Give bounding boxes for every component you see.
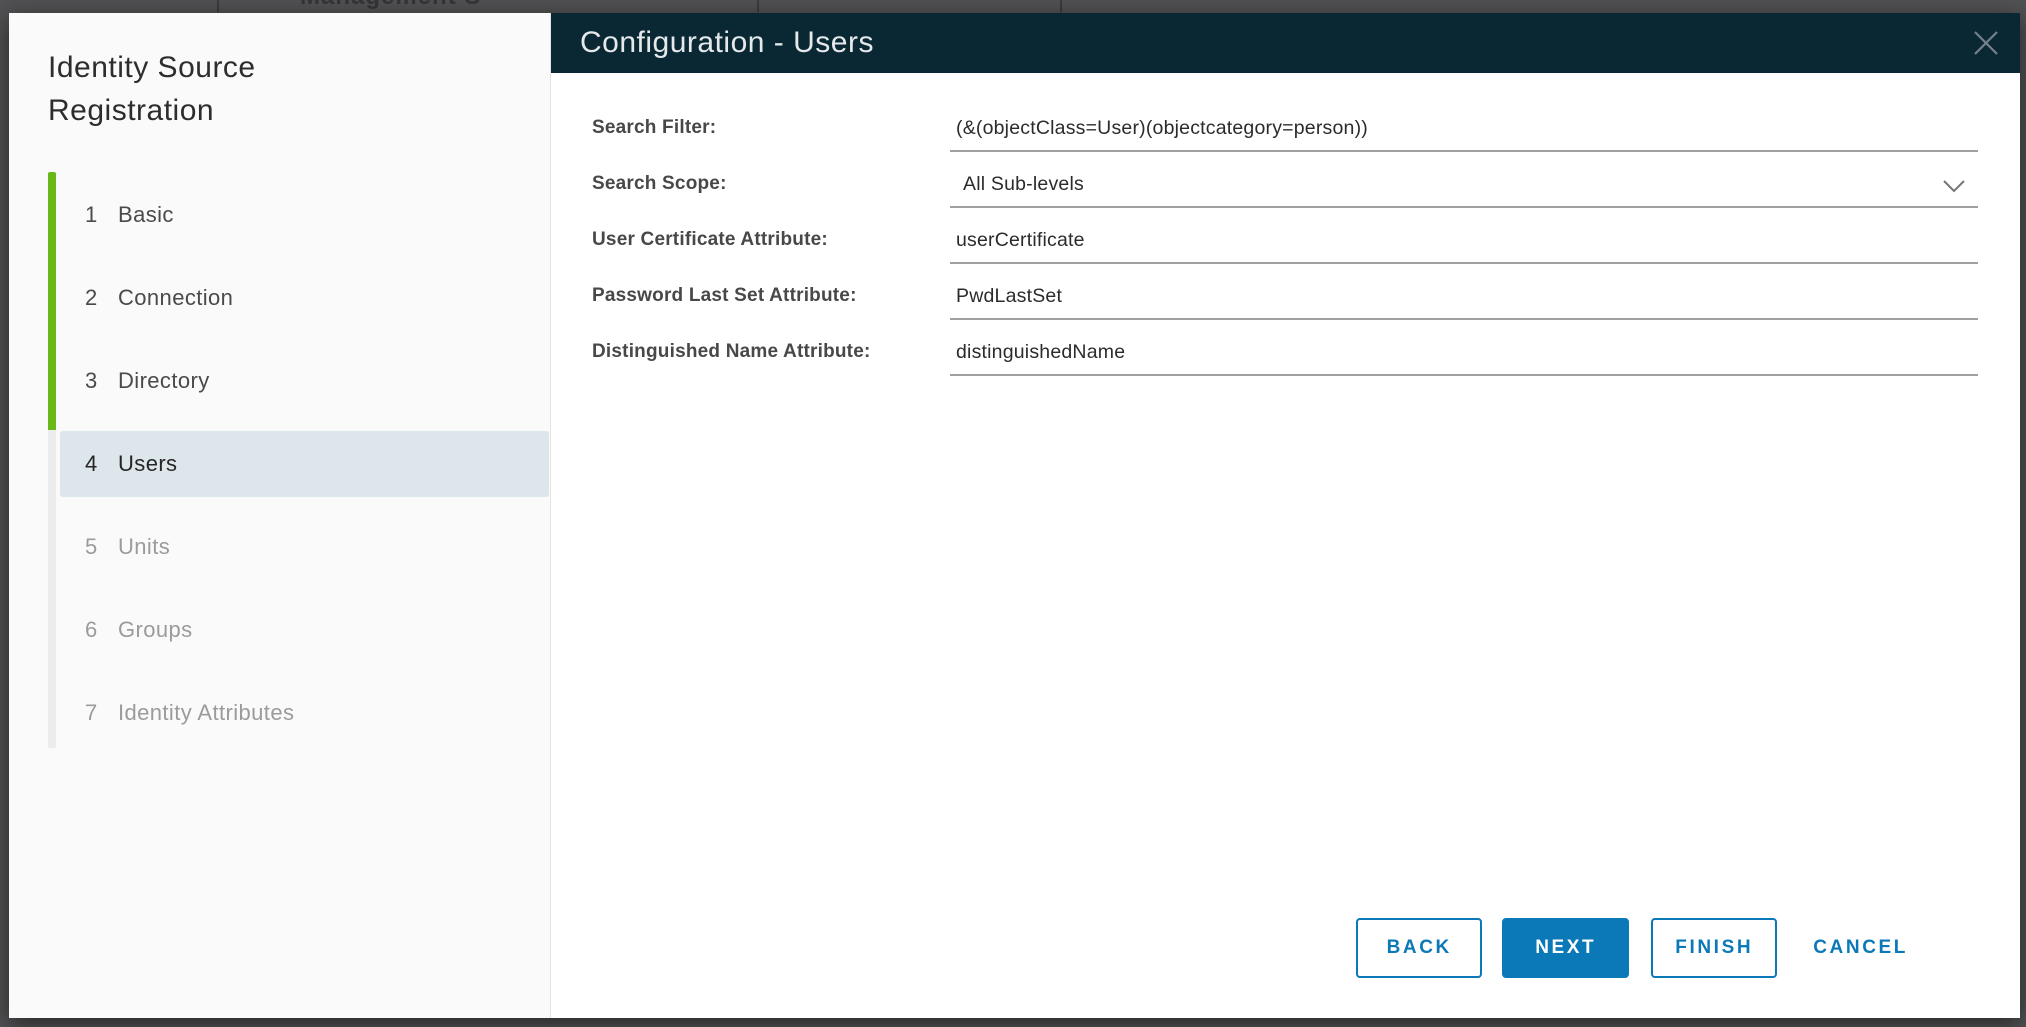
step-number: 7 xyxy=(85,700,118,726)
background-divider xyxy=(757,0,759,12)
wizard-steps-list: 1 Basic 2 Connection 3 Directory 4 Users… xyxy=(9,182,550,763)
back-button[interactable]: BACK xyxy=(1356,918,1482,978)
dialog-footer: BACK NEXT FINISH CANCEL xyxy=(1356,918,1910,978)
search-scope-value: All Sub-levels xyxy=(963,173,1084,195)
user-certificate-attribute-row: User Certificate Attribute: userCertific… xyxy=(592,226,1978,264)
step-label: Connection xyxy=(118,285,233,311)
distinguished-name-attribute-row: Distinguished Name Attribute: distinguis… xyxy=(592,338,1978,376)
search-filter-label: Search Filter: xyxy=(592,114,950,142)
step-label: Basic xyxy=(118,202,174,228)
distinguished-name-attribute-label: Distinguished Name Attribute: xyxy=(592,338,950,366)
background-divider xyxy=(217,0,219,12)
finish-button[interactable]: FINISH xyxy=(1651,918,1777,978)
distinguished-name-attribute-value: distinguishedName xyxy=(956,341,1125,363)
search-filter-value: (&(objectClass=User)(objectcategory=pers… xyxy=(956,117,1368,139)
cancel-button[interactable]: CANCEL xyxy=(1811,918,1910,978)
wizard-step-groups[interactable]: 6 Groups xyxy=(60,597,549,663)
step-label: Users xyxy=(118,451,177,477)
background-page-text: Management S xyxy=(300,0,481,11)
step-label: Groups xyxy=(118,617,193,643)
users-configuration-form: Search Filter: (&(objectClass=User)(obje… xyxy=(551,73,2020,394)
distinguished-name-attribute-input[interactable]: distinguishedName xyxy=(950,338,1978,376)
search-filter-input[interactable]: (&(objectClass=User)(objectcategory=pers… xyxy=(950,114,1978,152)
step-number: 2 xyxy=(85,285,118,311)
wizard-step-users[interactable]: 4 Users xyxy=(60,431,549,497)
step-number: 6 xyxy=(85,617,118,643)
wizard-step-directory[interactable]: 3 Directory xyxy=(60,348,549,414)
search-scope-select[interactable]: All Sub-levels xyxy=(950,170,1978,208)
user-certificate-attribute-value: userCertificate xyxy=(956,229,1085,251)
step-label: Identity Attributes xyxy=(118,700,294,726)
step-number: 4 xyxy=(85,451,118,477)
wizard-step-basic[interactable]: 1 Basic xyxy=(60,182,549,248)
user-certificate-attribute-label: User Certificate Attribute: xyxy=(592,226,950,254)
chevron-down-icon xyxy=(1942,179,1966,198)
configuration-panel: Configuration - Users Search Filter: (&(… xyxy=(551,13,2020,1018)
search-scope-label: Search Scope: xyxy=(592,170,950,198)
step-number: 5 xyxy=(85,534,118,560)
password-last-set-attribute-row: Password Last Set Attribute: PwdLastSet xyxy=(592,282,1978,320)
step-number: 3 xyxy=(85,368,118,394)
dialog-title: Configuration - Users xyxy=(580,26,874,60)
wizard-step-connection[interactable]: 2 Connection xyxy=(60,265,549,331)
password-last-set-attribute-label: Password Last Set Attribute: xyxy=(592,282,950,310)
background-divider xyxy=(1060,0,1062,12)
next-button[interactable]: NEXT xyxy=(1502,918,1629,978)
identity-source-registration-dialog: Identity Source Registration 1 Basic 2 C… xyxy=(9,13,2020,1018)
wizard-step-identity-attributes[interactable]: 7 Identity Attributes xyxy=(60,680,549,746)
dialog-header: Configuration - Users xyxy=(551,13,2020,73)
user-certificate-attribute-input[interactable]: userCertificate xyxy=(950,226,1978,264)
step-label: Directory xyxy=(118,368,210,394)
wizard-title: Identity Source Registration xyxy=(48,46,408,132)
step-number: 1 xyxy=(85,202,118,228)
password-last-set-attribute-value: PwdLastSet xyxy=(956,285,1062,307)
search-scope-row: Search Scope: All Sub-levels xyxy=(592,170,1978,208)
step-label: Units xyxy=(118,534,170,560)
password-last-set-attribute-input[interactable]: PwdLastSet xyxy=(950,282,1978,320)
search-filter-row: Search Filter: (&(objectClass=User)(obje… xyxy=(592,114,1978,152)
wizard-step-units[interactable]: 5 Units xyxy=(60,514,549,580)
wizard-nav-panel: Identity Source Registration 1 Basic 2 C… xyxy=(9,13,551,1018)
close-icon[interactable] xyxy=(1969,26,2003,60)
